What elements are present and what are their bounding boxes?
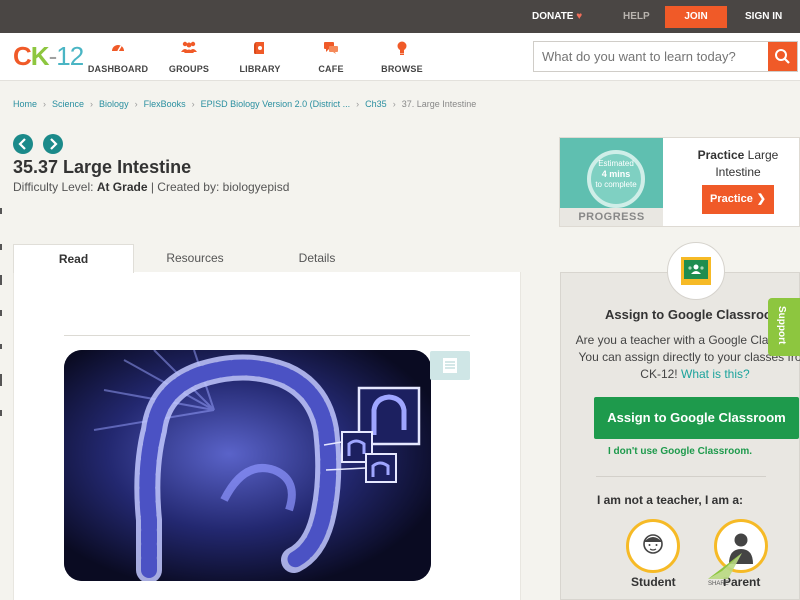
donate-link[interactable]: DONATE ♥: [532, 11, 582, 22]
estimated-label: Estimated: [598, 159, 634, 168]
chevron-right-icon: ›: [356, 99, 360, 109]
progress-label: PROGRESS: [560, 208, 663, 226]
search-icon: [775, 49, 790, 64]
left-edge-mark: [0, 208, 2, 214]
dont-use-google-classroom-link[interactable]: I don't use Google Classroom.: [560, 446, 800, 457]
breadcrumb-home[interactable]: Home: [13, 99, 37, 109]
student-label: Student: [631, 575, 676, 589]
nav-groups-label: GROUPS: [168, 64, 210, 74]
nav-library-label: LIBRARY: [239, 64, 281, 74]
chevron-right-icon: [50, 138, 58, 150]
content-tabs: Read Resources Details: [13, 244, 521, 273]
browse-icon: [367, 41, 437, 57]
practice-card: Estimated 4 mins to complete PROGRESS Pr…: [559, 137, 800, 227]
dashboard-icon: [83, 41, 153, 57]
document-icon: [443, 358, 457, 373]
breadcrumb-flexbooks[interactable]: FlexBooks: [144, 99, 186, 109]
classroom-icon: [681, 257, 711, 285]
sign-in-link[interactable]: SIGN IN: [745, 11, 782, 22]
content-divider: [64, 335, 470, 336]
what-is-this-link[interactable]: What is this?: [681, 367, 750, 381]
breadcrumb-biology[interactable]: Biology: [99, 99, 129, 109]
google-classroom-text: Are you a teacher with a Google Classroo…: [570, 332, 800, 383]
chevron-left-icon: [18, 138, 26, 150]
breadcrumb-current: 37. Large Intestine: [401, 99, 477, 109]
share-icon: [708, 553, 742, 579]
ck12-logo[interactable]: CK-12: [13, 41, 84, 72]
chevron-right-icon: ›: [90, 99, 94, 109]
page-title: 35.37 Large Intestine: [13, 157, 192, 177]
left-edge-mark: [0, 344, 2, 349]
practice-title: Practice Large Intestine: [678, 147, 798, 181]
chevron-right-icon: ›: [43, 99, 47, 109]
practice-title-bold: Practice: [697, 148, 745, 162]
search-button[interactable]: [768, 42, 797, 71]
image-details-button[interactable]: [430, 351, 470, 380]
search-box: [533, 41, 798, 72]
logo-k: K: [30, 41, 50, 71]
difficulty-label: Difficulty Level:: [13, 180, 97, 194]
logo-c: C: [13, 41, 32, 71]
chevron-right-icon: ›: [134, 99, 138, 109]
nav-cafe[interactable]: CAFE: [296, 41, 366, 74]
breadcrumb-chapter[interactable]: Ch35: [365, 99, 387, 109]
left-edge-mark: [0, 275, 2, 285]
chevron-right-icon: ›: [191, 99, 195, 109]
previous-button[interactable]: [13, 134, 33, 154]
to-complete-label: to complete: [595, 180, 637, 189]
left-edge-mark: [0, 310, 2, 316]
tab-details[interactable]: Details: [256, 244, 378, 273]
google-classroom-title: Assign to Google Classroom: [605, 307, 784, 322]
chevron-right-icon: ›: [392, 99, 396, 109]
assign-google-classroom-button[interactable]: Assign to Google Classroom: [594, 397, 799, 439]
chevron-right-icon: ❯: [756, 193, 766, 205]
cafe-icon: [296, 41, 366, 57]
nav-cafe-label: CAFE: [318, 64, 344, 74]
practice-button-label: Practice: [710, 193, 753, 205]
card-divider: [596, 476, 766, 477]
practice-progress-tile[interactable]: Estimated 4 mins to complete PROGRESS: [560, 138, 663, 226]
classroom-board: [684, 260, 708, 279]
practice-button[interactable]: Practice ❯: [702, 185, 774, 214]
left-edge-mark: [0, 244, 2, 250]
help-link[interactable]: HELP: [623, 11, 650, 22]
estimated-mins: 4 mins: [601, 169, 631, 179]
support-tab[interactable]: Support: [768, 298, 800, 356]
student-option[interactable]: [626, 519, 680, 573]
heart-icon: ♥: [576, 11, 583, 22]
difficulty-value: At Grade: [96, 180, 148, 194]
groups-icon: [154, 41, 224, 57]
nav-browse-label: BROWSE: [381, 64, 423, 74]
nav-groups[interactable]: GROUPS: [154, 41, 224, 74]
main-nav: CK-12 DASHBOARD GROUPS LIBRARY CAFE BROW…: [0, 33, 800, 81]
page-meta: Difficulty Level: At Grade | Created by:…: [13, 180, 289, 194]
donate-label: DONATE: [532, 11, 574, 22]
left-edge-mark: [0, 410, 2, 416]
large-intestine-image: [64, 350, 431, 581]
google-classroom-logo: [667, 242, 725, 300]
tab-resources[interactable]: Resources: [134, 244, 256, 273]
share-widget[interactable]: SHARE: [706, 551, 746, 587]
share-label: SHARE: [708, 581, 729, 587]
search-input[interactable]: [534, 42, 768, 71]
not-teacher-question: I am not a teacher, I am a:: [596, 493, 744, 507]
library-icon: [225, 41, 295, 57]
student-icon: [643, 534, 663, 554]
tab-read[interactable]: Read: [13, 244, 134, 273]
left-edge-mark: [0, 374, 2, 386]
breadcrumb: Home › Science › Biology › FlexBooks › EPISD Bio…: [13, 99, 476, 109]
nav-dashboard-label: DASHBOARD: [87, 64, 149, 74]
breadcrumb-book[interactable]: EPISD Biology Version 2.0 (District ...: [201, 99, 351, 109]
join-button[interactable]: JOIN: [665, 6, 727, 28]
estimated-time: Estimated 4 mins to complete: [587, 159, 645, 190]
top-bar: DONATE ♥ HELP JOIN SIGN IN: [0, 0, 800, 33]
next-button[interactable]: [43, 134, 63, 154]
nav-library[interactable]: LIBRARY: [225, 41, 295, 74]
support-label: Support: [776, 306, 787, 345]
logo-12: 12: [56, 41, 84, 71]
created-by: | Created by: biologyepisd: [147, 180, 290, 194]
breadcrumb-science[interactable]: Science: [52, 99, 84, 109]
nav-dashboard[interactable]: DASHBOARD: [83, 41, 153, 74]
nav-browse[interactable]: BROWSE: [367, 41, 437, 74]
